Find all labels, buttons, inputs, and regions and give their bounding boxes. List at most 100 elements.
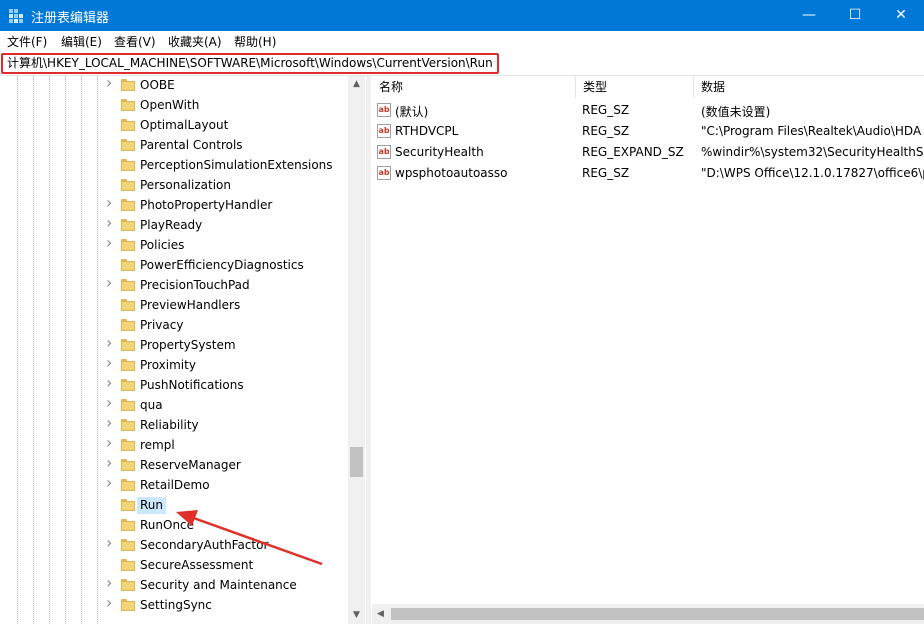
tree-item[interactable]: Personalization bbox=[0, 176, 348, 196]
chevron-right-icon[interactable]: › bbox=[106, 595, 116, 611]
tree-item[interactable]: › PhotoPropertyHandler bbox=[0, 195, 348, 216]
pane-splitter[interactable] bbox=[366, 76, 371, 624]
menu-view[interactable]: 查看(V) bbox=[114, 33, 156, 50]
list-horizontal-scrollbar[interactable]: ◀ bbox=[372, 604, 924, 624]
tree-item[interactable]: › PlayReady bbox=[0, 215, 348, 236]
folder-icon bbox=[121, 139, 135, 151]
chevron-right-icon[interactable]: › bbox=[106, 355, 116, 371]
tree-item[interactable]: › RetailDemo bbox=[0, 475, 348, 496]
value-row[interactable]: ab RTHDVCPL REG_SZ "C:\Program Files\Realte… bbox=[372, 121, 924, 142]
folder-icon bbox=[121, 239, 135, 251]
tree-item-label: OpenWith bbox=[140, 98, 200, 112]
tree-item[interactable]: › PrecisionTouchPad bbox=[0, 275, 348, 296]
scroll-left-arrow-icon[interactable]: ◀ bbox=[372, 604, 389, 624]
menu-favorites[interactable]: 收藏夹(A) bbox=[168, 33, 222, 50]
chevron-right-icon[interactable]: › bbox=[106, 395, 116, 411]
menu-help[interactable]: 帮助(H) bbox=[234, 33, 276, 50]
chevron-right-icon[interactable]: › bbox=[106, 455, 116, 471]
chevron-right-icon[interactable]: › bbox=[106, 475, 116, 491]
key-tree[interactable]: › OOBE OpenWith OptimalLayout Parental Contr… bbox=[0, 76, 366, 624]
chevron-right-icon[interactable]: › bbox=[106, 375, 116, 391]
chevron-right-icon[interactable]: › bbox=[106, 335, 116, 351]
tree-item[interactable]: › ReserveManager bbox=[0, 455, 348, 476]
folder-icon bbox=[121, 79, 135, 91]
tree-item[interactable]: › Security and Maintenance bbox=[0, 575, 348, 596]
value-name: wpsphotoautoasso bbox=[395, 166, 508, 180]
tree-item[interactable]: › SettingSync bbox=[0, 595, 348, 616]
folder-icon bbox=[121, 599, 135, 611]
folder-icon bbox=[121, 159, 135, 171]
tree-item[interactable]: OpenWith bbox=[0, 96, 348, 116]
tree-item[interactable]: PowerEfficiencyDiagnostics bbox=[0, 256, 348, 276]
folder-icon bbox=[121, 179, 135, 191]
folder-icon bbox=[121, 319, 135, 331]
tree-item[interactable]: PreviewHandlers bbox=[0, 296, 348, 316]
value-row[interactable]: ab SecurityHealth REG_EXPAND_SZ %windir%\sy… bbox=[372, 142, 924, 163]
value-type: REG_EXPAND_SZ bbox=[582, 145, 684, 159]
tree-item[interactable]: Run bbox=[0, 496, 348, 516]
value-name: SecurityHealth bbox=[395, 145, 484, 159]
folder-icon bbox=[121, 279, 135, 291]
tree-item[interactable]: › SecondaryAuthFactor bbox=[0, 535, 348, 556]
folder-icon bbox=[121, 399, 135, 411]
folder-icon bbox=[121, 199, 135, 211]
tree-item-label: Parental Controls bbox=[140, 138, 243, 152]
chevron-right-icon[interactable]: › bbox=[106, 195, 116, 211]
values-list: 名称 类型 数据 ab (默认) REG_SZ (数值未设置) ab RTHDVCPL RE… bbox=[372, 76, 924, 624]
tree-item[interactable]: › Reliability bbox=[0, 415, 348, 436]
column-header-type[interactable]: 类型 bbox=[576, 76, 694, 98]
folder-icon bbox=[121, 359, 135, 371]
tree-item-label: Privacy bbox=[140, 318, 184, 332]
chevron-right-icon[interactable]: › bbox=[106, 215, 116, 231]
tree-item-label: PushNotifications bbox=[140, 378, 244, 392]
chevron-right-icon[interactable]: › bbox=[106, 275, 116, 291]
menu-file[interactable]: 文件(F) bbox=[7, 33, 47, 50]
value-row[interactable]: ab (默认) REG_SZ (数值未设置) bbox=[372, 100, 924, 121]
chevron-right-icon[interactable]: › bbox=[106, 76, 116, 91]
chevron-right-icon[interactable]: › bbox=[106, 235, 116, 251]
chevron-right-icon[interactable]: › bbox=[106, 535, 116, 551]
tree-item[interactable]: › qua bbox=[0, 395, 348, 416]
folder-icon bbox=[121, 379, 135, 391]
column-header-name[interactable]: 名称 bbox=[372, 76, 576, 98]
address-input[interactable]: 计算机\HKEY_LOCAL_MACHINE\SOFTWARE\Microsof… bbox=[1, 53, 499, 74]
tree-item[interactable]: › PropertySystem bbox=[0, 335, 348, 356]
folder-icon bbox=[121, 299, 135, 311]
value-row[interactable]: ab wpsphotoautoasso REG_SZ "D:\WPS Office\1… bbox=[372, 163, 924, 184]
chevron-right-icon[interactable]: › bbox=[106, 575, 116, 591]
scroll-down-arrow-icon[interactable]: ▼ bbox=[348, 607, 365, 624]
tree-item[interactable]: › rempl bbox=[0, 435, 348, 456]
tree-vertical-scrollbar[interactable]: ▲ ▼ bbox=[348, 76, 365, 624]
folder-icon bbox=[121, 99, 135, 111]
column-header-data[interactable]: 数据 bbox=[694, 76, 924, 98]
value-type: REG_SZ bbox=[582, 166, 630, 180]
tree-item[interactable]: OptimalLayout bbox=[0, 116, 348, 136]
tree-item[interactable]: Parental Controls bbox=[0, 136, 348, 156]
tree-item[interactable]: › Policies bbox=[0, 235, 348, 256]
value-type: REG_SZ bbox=[582, 103, 630, 117]
tree-item[interactable]: SecureAssessment bbox=[0, 556, 348, 576]
maximize-button[interactable]: ☐ bbox=[832, 0, 878, 31]
minimize-button[interactable]: — bbox=[786, 0, 832, 31]
tree-item[interactable]: › PushNotifications bbox=[0, 375, 348, 396]
tree-item-label: PerceptionSimulationExtensions bbox=[140, 158, 333, 172]
chevron-right-icon[interactable]: › bbox=[106, 415, 116, 431]
close-icon: ✕ bbox=[895, 7, 907, 23]
list-scroll-thumb[interactable] bbox=[391, 608, 924, 620]
tree-item[interactable]: RunOnce bbox=[0, 516, 348, 536]
tree-item-label: OptimalLayout bbox=[140, 118, 229, 132]
scroll-up-arrow-icon[interactable]: ▲ bbox=[348, 76, 365, 93]
tree-item[interactable]: › Proximity bbox=[0, 355, 348, 376]
tree-item[interactable]: › OOBE bbox=[0, 76, 348, 96]
tree-item[interactable]: PerceptionSimulationExtensions bbox=[0, 156, 348, 176]
menu-edit[interactable]: 编辑(E) bbox=[61, 33, 102, 50]
chevron-right-icon[interactable]: › bbox=[106, 435, 116, 451]
value-name: RTHDVCPL bbox=[395, 124, 459, 138]
folder-icon bbox=[121, 339, 135, 351]
tree-item-label: Security and Maintenance bbox=[140, 578, 297, 592]
close-button[interactable]: ✕ bbox=[878, 0, 924, 31]
string-value-icon: ab bbox=[377, 145, 391, 159]
tree-item-label: RetailDemo bbox=[140, 478, 210, 492]
tree-scroll-thumb[interactable] bbox=[350, 447, 363, 477]
tree-item[interactable]: Privacy bbox=[0, 316, 348, 336]
